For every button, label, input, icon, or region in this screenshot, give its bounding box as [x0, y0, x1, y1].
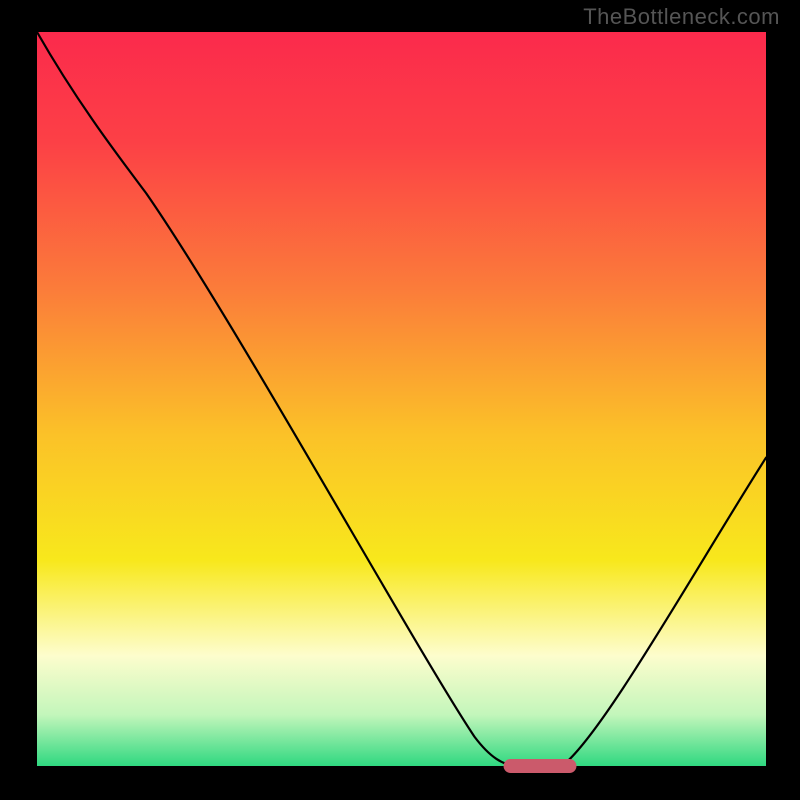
- optimal-range-marker: [504, 759, 577, 773]
- watermark-label: TheBottleneck.com: [583, 4, 780, 30]
- chart-svg: [0, 0, 800, 800]
- plot-background: [37, 32, 766, 766]
- chart-frame: TheBottleneck.com: [0, 0, 800, 800]
